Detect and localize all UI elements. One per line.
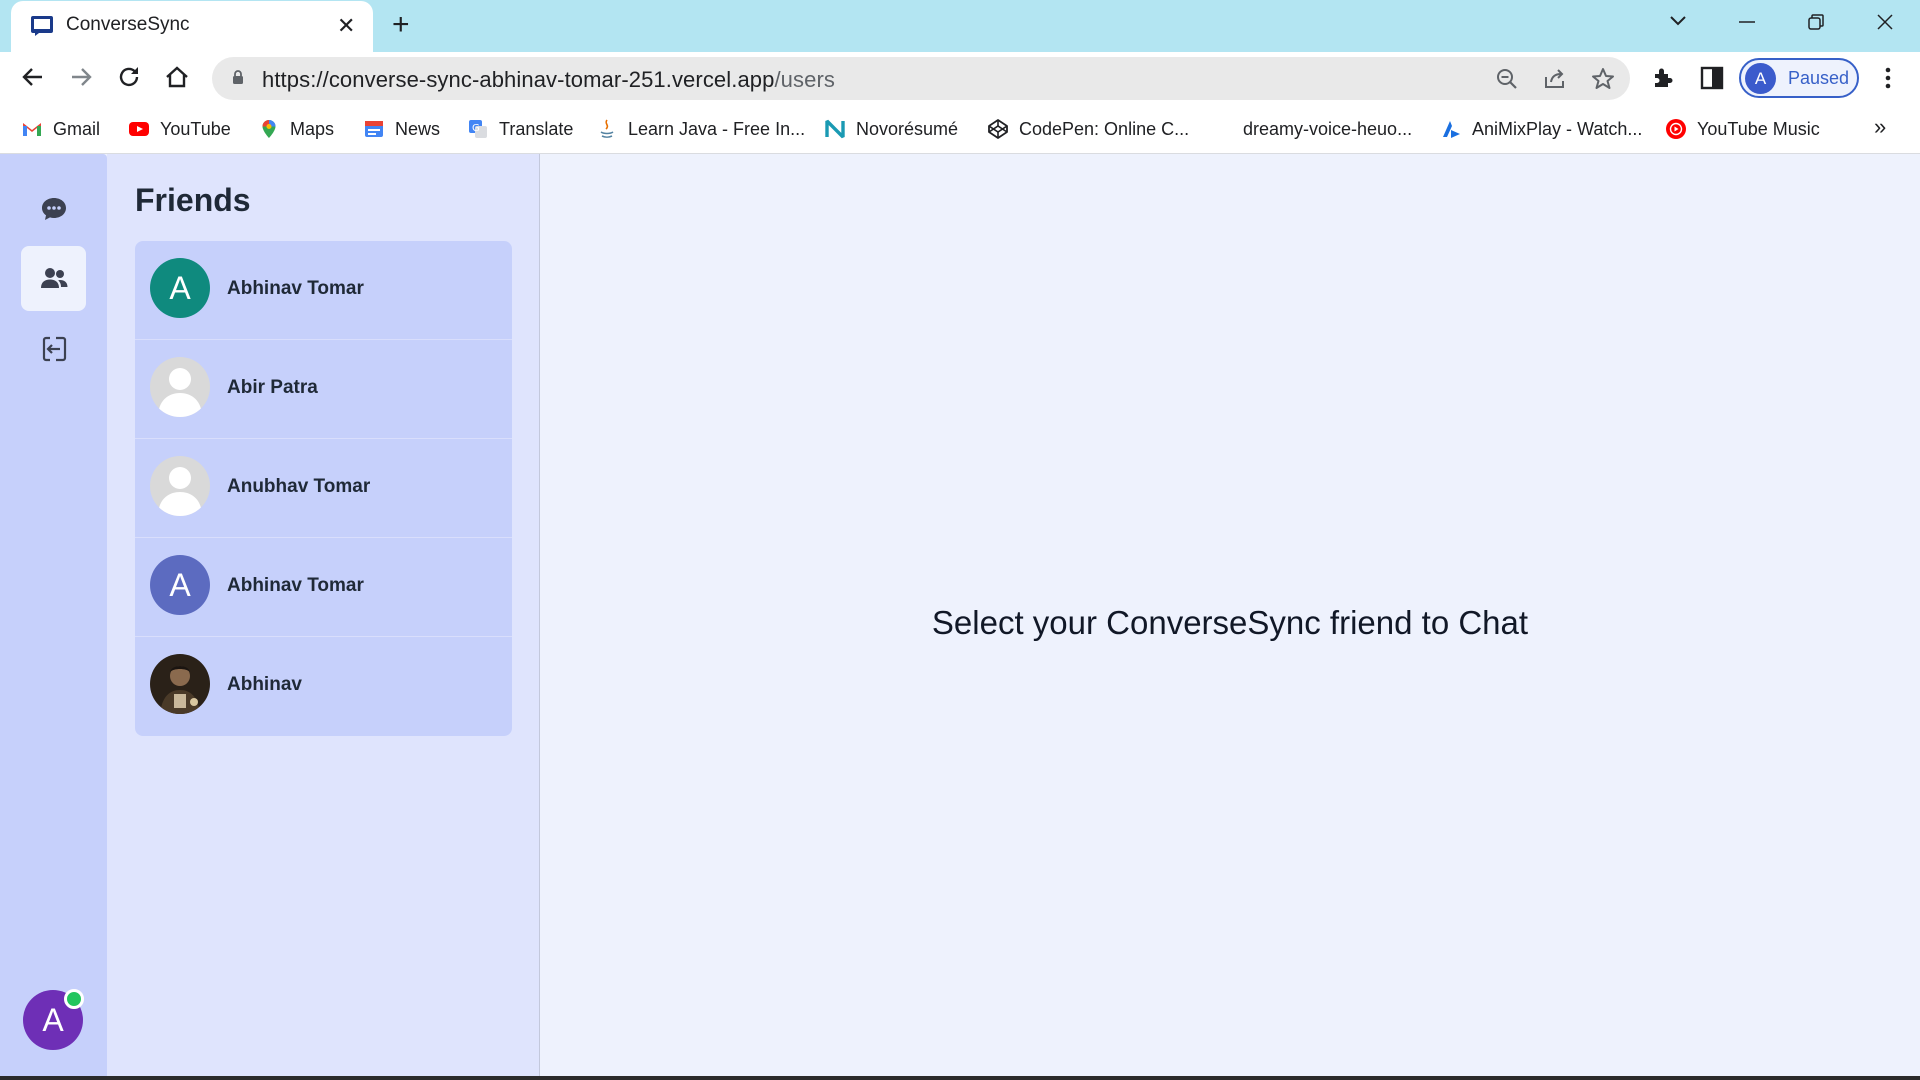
bookmark-youtube-music[interactable]: YouTube Music [1665,116,1820,142]
friend-photo-avatar [150,654,210,714]
bookmark-label: Translate [499,118,574,139]
friend-row[interactable]: Abir Patra [135,340,512,439]
youtube-music-icon [1666,119,1686,139]
bookmark-label: Maps [290,118,335,139]
profile-button[interactable]: A Paused [1739,58,1859,98]
share-icon[interactable] [1542,66,1568,92]
chevron-down-icon[interactable] [1668,14,1688,28]
default-avatar-icon [150,357,210,417]
bookmark-label: YouTube Music [1697,118,1820,139]
bookmark-maps[interactable]: Maps [258,116,334,142]
tab-strip: ConverseSync ✕ + [0,0,1920,52]
friend-row[interactable]: Abhinav [135,637,512,736]
bookmark-youtube[interactable]: YouTube [128,116,231,142]
friend-row[interactable]: A Abhinav Tomar [135,241,512,340]
browser-tab[interactable]: ConverseSync ✕ [11,1,373,52]
window-bottom-border [0,1076,1920,1080]
bookmark-novoresume[interactable]: Novorésumé [824,116,958,142]
close-icon[interactable] [1876,13,1894,31]
bookmark-animixplay[interactable]: AniMixPlay - Watch... [1440,116,1642,142]
codepen-icon [988,119,1008,139]
friend-name: Abir Patra [227,377,318,398]
rail-chats-button[interactable] [21,176,86,241]
extensions-icon[interactable] [1650,65,1676,91]
friend-name: Anubhav Tomar [227,476,371,497]
bookmark-label: Learn Java - Free In... [628,118,806,139]
bookmark-learn-java[interactable]: Learn Java - Free In... [596,116,805,142]
bookmark-codepen[interactable]: CodePen: Online C... [987,116,1189,142]
back-icon[interactable] [18,62,48,92]
bookmark-label: Novorésumé [856,118,959,139]
bookmark-news[interactable]: News [363,116,440,142]
tab-close-icon[interactable]: ✕ [337,13,355,39]
bookmark-dreamy-voice[interactable]: dreamy-voice-heuo... [1243,116,1412,142]
side-panel-icon[interactable] [1699,65,1725,91]
tab-title: ConverseSync [66,14,190,35]
friend-name: Abhinav [227,674,302,695]
browser-toolbar: https://converse-sync-abhinav-tomar-251.… [0,52,1920,104]
bookmark-translate[interactable]: G Translate [467,116,573,142]
friend-name: Abhinav Tomar [227,278,364,299]
bookmark-label: YouTube [160,118,231,139]
gmail-icon [23,123,41,136]
maps-icon [262,120,276,138]
online-status-indicator [64,989,84,1009]
chat-main-pane: Select your ConverseSync friend to Chat [540,154,1920,1076]
users-icon [41,268,68,288]
empty-state-message: Select your ConverseSync friend to Chat [931,604,1529,641]
bookmark-label: dreamy-voice-heuo... [1243,118,1413,139]
chat-favicon [31,16,53,36]
bookmark-gmail[interactable]: Gmail [21,116,100,142]
default-avatar-icon [150,456,210,516]
svg-text:G: G [472,123,480,134]
friend-row[interactable]: A Abhinav Tomar [135,538,512,637]
kebab-menu-icon[interactable] [1875,65,1901,91]
address-bar[interactable]: https://converse-sync-abhinav-tomar-251.… [212,57,1630,100]
animixplay-icon [1443,121,1460,138]
bookmarks-bar: Gmail YouTube Maps News G Translate Lear… [0,104,1920,154]
rail-users-button[interactable] [21,246,86,311]
bookmark-label: News [395,118,441,139]
app-container: A Friends A Abhinav Tomar Abir Patra Anu… [0,154,1920,1076]
friend-avatar: A [150,258,210,318]
url-path: /users [774,67,835,92]
profile-avatar: A [1745,63,1776,94]
zoom-icon[interactable] [1494,66,1520,92]
forward-icon[interactable] [66,62,96,92]
friends-list: A Abhinav Tomar Abir Patra Anubhav Tomar… [135,241,512,736]
bookmarks-overflow-button[interactable]: » [1874,114,1886,140]
new-tab-button[interactable]: + [392,10,410,40]
home-icon[interactable] [162,62,192,92]
lock-icon[interactable] [232,69,244,85]
url-base: https://converse-sync-abhinav-tomar-251.… [262,67,775,92]
rail-logout-button[interactable] [21,316,86,381]
bookmark-star-icon[interactable] [1590,66,1616,92]
friend-name: Abhinav Tomar [227,575,364,596]
chat-bubble-icon [42,198,66,220]
bookmark-label: AniMixPlay - Watch... [1472,118,1643,139]
bookmark-label: Gmail [53,118,101,139]
minimize-icon[interactable] [1738,20,1756,24]
youtube-icon [129,122,149,136]
friend-row[interactable]: Anubhav Tomar [135,439,512,538]
translate-icon: G [469,120,487,138]
reload-icon[interactable] [114,62,144,92]
novoresume-icon [825,119,845,139]
url-text[interactable]: https://converse-sync-abhinav-tomar-251.… [262,67,835,93]
news-icon [365,121,383,137]
profile-status: Paused [1788,68,1850,88]
bookmark-label: CodePen: Online C... [1019,118,1190,139]
restore-icon[interactable] [1807,13,1825,31]
java-icon [600,119,614,138]
friend-avatar: A [150,555,210,615]
friends-panel: Friends A Abhinav Tomar Abir Patra Anubh… [107,154,540,1076]
logout-icon [42,336,67,362]
side-rail: A [0,154,107,1076]
friends-title: Friends [135,182,251,218]
